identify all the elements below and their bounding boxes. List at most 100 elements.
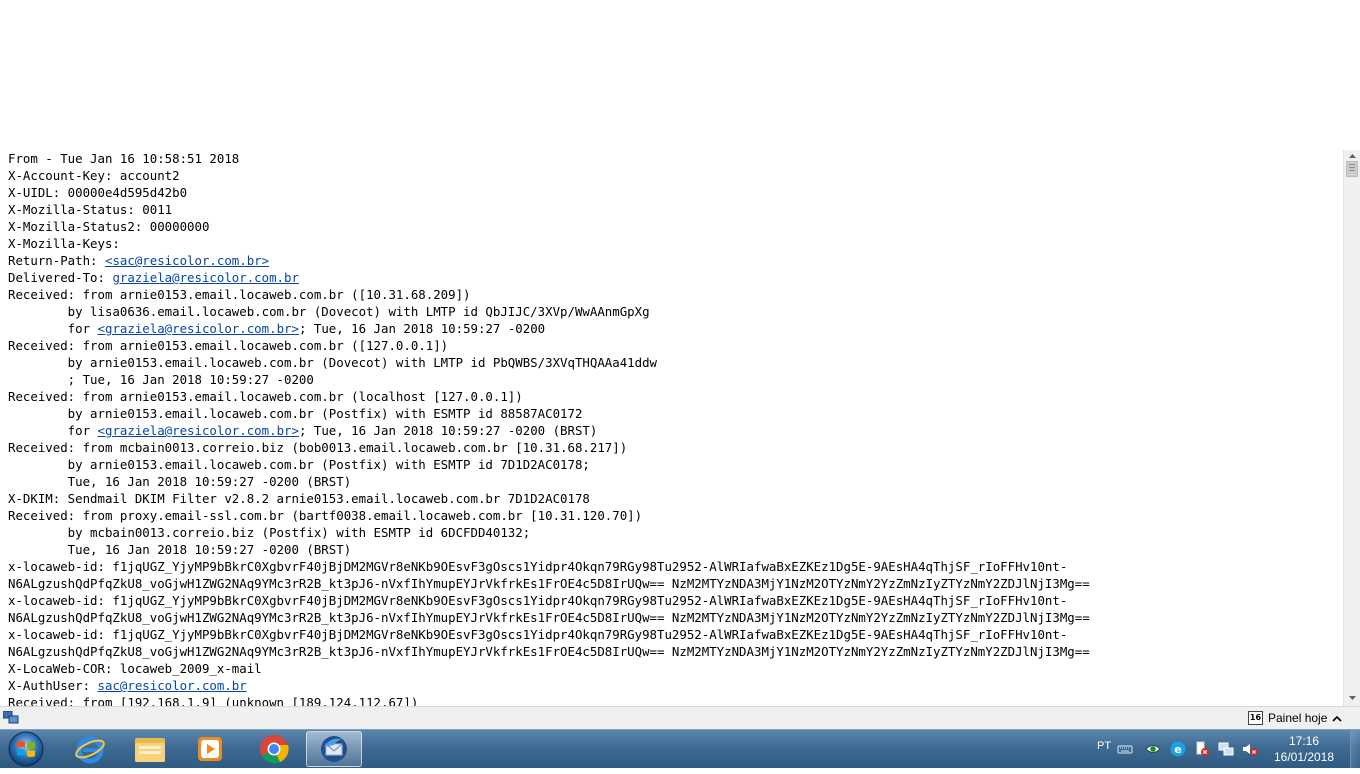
header-text: N6ALgzushQdPfqZkU8_voGjwH1ZWG2NAq9YMc3rR…	[8, 644, 1090, 659]
windows-logo-icon	[8, 731, 44, 767]
header-line: Delivered-To: graziela@resicolor.com.br	[8, 269, 1090, 286]
header-line: by mcbain0013.correio.biz (Postfix) with…	[8, 524, 1090, 541]
header-text: Return-Path:	[8, 253, 105, 268]
taskbar: PT e 17:16 16/01/2018	[0, 729, 1360, 768]
svg-text:e: e	[1174, 743, 1181, 756]
calendar-icon: 16	[1248, 711, 1263, 725]
header-line: for <graziela@resicolor.com.br>; Tue, 16…	[8, 320, 1090, 337]
header-line: N6ALgzushQdPfqZkU8_voGjwH1ZWG2NAq9YMc3rR…	[8, 609, 1090, 626]
internet-explorer-taskbar-button[interactable]	[62, 731, 118, 767]
header-text: X-Mozilla-Status2: 00000000	[8, 219, 210, 234]
header-text: X-Mozilla-Keys:	[8, 236, 120, 251]
email-link[interactable]: <graziela@resicolor.com.br>	[98, 321, 299, 336]
header-text: by mcbain0013.correio.biz (Postfix) with…	[8, 525, 531, 540]
header-text: Received: from arnie0153.email.locaweb.c…	[8, 389, 523, 404]
header-text: X-Account-Key: account2	[8, 168, 180, 183]
vertical-scrollbar[interactable]	[1343, 150, 1360, 706]
header-line: x-locaweb-id: f1jqUGZ_YjyMP9bBkrC0XgbvrF…	[8, 592, 1090, 609]
header-text: X-AuthUser:	[8, 678, 98, 693]
start-button[interactable]	[2, 729, 50, 768]
language-indicator[interactable]: PT	[1097, 740, 1111, 752]
action-center-alert-icon[interactable]	[1194, 741, 1210, 757]
header-text: for	[8, 423, 98, 438]
header-line: Received: from arnie0153.email.locaweb.c…	[8, 337, 1090, 354]
header-text: X-DKIM: Sendmail DKIM Filter v2.8.2 arni…	[8, 491, 590, 506]
header-line: Received: from mcbain0013.correio.biz (b…	[8, 439, 1090, 456]
today-pane-label: Painel hoje	[1268, 711, 1328, 725]
header-line: X-UIDL: 00000e4d595d42b0	[8, 184, 1090, 201]
header-line: by arnie0153.email.locaweb.com.br (Postf…	[8, 405, 1090, 422]
clock-time: 17:16	[1288, 734, 1320, 748]
header-text: ; Tue, 16 Jan 2018 10:59:27 -0200	[298, 321, 546, 336]
header-text: N6ALgzushQdPfqZkU8_voGjwH1ZWG2NAq9YMc3rR…	[8, 610, 1090, 625]
header-line: x-locaweb-id: f1jqUGZ_YjyMP9bBkrC0XgbvrF…	[8, 626, 1090, 643]
header-text: From - Tue Jan 16 10:58:51 2018	[8, 151, 240, 166]
keyboard-icon[interactable]	[1117, 741, 1133, 757]
email-link[interactable]: <graziela@resicolor.com.br>	[98, 423, 299, 438]
header-text: x-locaweb-id: f1jqUGZ_YjyMP9bBkrC0XgbvrF…	[8, 627, 1068, 642]
header-line: by arnie0153.email.locaweb.com.br (Dovec…	[8, 354, 1090, 371]
header-text: Received: from arnie0153.email.locaweb.c…	[8, 287, 471, 302]
header-line: N6ALgzushQdPfqZkU8_voGjwH1ZWG2NAq9YMc3rR…	[8, 575, 1090, 592]
network-icon[interactable]	[1218, 741, 1234, 757]
email-link[interactable]: <sac@resicolor.com.br>	[105, 253, 269, 268]
header-line: Received: from arnie0153.email.locaweb.c…	[8, 286, 1090, 303]
scroll-down-arrow-icon[interactable]	[1344, 692, 1360, 706]
header-line: Tue, 16 Jan 2018 10:59:27 -0200 (BRST)	[8, 473, 1090, 490]
header-text: by lisa0636.email.locaweb.com.br (Doveco…	[8, 304, 650, 319]
header-line: for <graziela@resicolor.com.br>; Tue, 16…	[8, 422, 1090, 439]
header-line: by arnie0153.email.locaweb.com.br (Postf…	[8, 456, 1090, 473]
google-chrome-taskbar-button[interactable]	[246, 731, 302, 767]
email-link[interactable]: graziela@resicolor.com.br	[112, 270, 299, 285]
header-line: by lisa0636.email.locaweb.com.br (Doveco…	[8, 303, 1090, 320]
scroll-thumb[interactable]	[1346, 161, 1358, 177]
file-explorer-taskbar-button[interactable]	[122, 731, 178, 767]
header-text: X-UIDL: 00000e4d595d42b0	[8, 185, 188, 200]
header-line: Tue, 16 Jan 2018 10:59:27 -0200 (BRST)	[8, 541, 1090, 558]
media-player-taskbar-button[interactable]	[182, 731, 238, 767]
header-text: X-Mozilla-Status: 0011	[8, 202, 173, 217]
header-line: N6ALgzushQdPfqZkU8_voGjwH1ZWG2NAq9YMc3rR…	[8, 643, 1090, 660]
status-bar: 16 Painel hoje	[0, 706, 1360, 729]
header-text: Tue, 16 Jan 2018 10:59:27 -0200 (BRST)	[8, 474, 352, 489]
header-text: Received: from mcbain0013.correio.biz (b…	[8, 440, 628, 455]
header-line: From - Tue Jan 16 10:58:51 2018	[8, 150, 1090, 167]
header-line: X-AuthUser: sac@resicolor.com.br	[8, 677, 1090, 694]
chevron-up-icon	[1332, 715, 1342, 722]
online-status-icon[interactable]	[2, 710, 19, 730]
system-clock[interactable]: 17:16 16/01/2018	[1268, 733, 1340, 765]
header-text: x-locaweb-id: f1jqUGZ_YjyMP9bBkrC0XgbvrF…	[8, 593, 1068, 608]
header-text: Received: from [192.168.1.9] (unknown [1…	[8, 695, 419, 706]
message-source-view[interactable]: From - Tue Jan 16 10:58:51 2018 X-Account…	[0, 150, 1342, 706]
thunderbird-taskbar-button[interactable]	[306, 731, 362, 767]
header-text: Delivered-To:	[8, 270, 113, 285]
header-line: X-Mozilla-Status2: 00000000	[8, 218, 1090, 235]
header-text: N6ALgzushQdPfqZkU8_voGjwH1ZWG2NAq9YMc3rR…	[8, 576, 1090, 591]
header-line: Received: from proxy.email-ssl.com.br (b…	[8, 507, 1090, 524]
header-line: X-DKIM: Sendmail DKIM Filter v2.8.2 arni…	[8, 490, 1090, 507]
header-text: ; Tue, 16 Jan 2018 10:59:27 -0200	[8, 372, 314, 387]
header-text: by arnie0153.email.locaweb.com.br (Dovec…	[8, 355, 658, 370]
header-line: x-locaweb-id: f1jqUGZ_YjyMP9bBkrC0XgbvrF…	[8, 558, 1090, 575]
eye-icon[interactable]	[1145, 741, 1161, 757]
show-desktop-button[interactable]	[1350, 730, 1360, 768]
header-text: for	[8, 321, 98, 336]
email-link[interactable]: sac@resicolor.com.br	[98, 678, 247, 693]
header-text: by arnie0153.email.locaweb.com.br (Postf…	[8, 406, 583, 421]
header-line: X-Mozilla-Status: 0011	[8, 201, 1090, 218]
today-pane-toggle[interactable]: 16 Painel hoje	[1248, 709, 1342, 727]
header-line: ; Tue, 16 Jan 2018 10:59:27 -0200	[8, 371, 1090, 388]
volume-muted-icon[interactable]	[1242, 741, 1258, 757]
header-line: Received: from [192.168.1.9] (unknown [1…	[8, 694, 1090, 706]
e-letter-app-icon[interactable]: e	[1170, 741, 1186, 757]
raw-header-text: From - Tue Jan 16 10:58:51 2018 X-Account…	[8, 150, 1090, 706]
header-text: Received: from proxy.email-ssl.com.br (b…	[8, 508, 643, 523]
header-text: by arnie0153.email.locaweb.com.br (Postf…	[8, 457, 590, 472]
header-line: X-Account-Key: account2	[8, 167, 1090, 184]
chrome-icon	[260, 735, 289, 764]
header-line: Received: from arnie0153.email.locaweb.c…	[8, 388, 1090, 405]
header-line: Return-Path: <sac@resicolor.com.br>	[8, 252, 1090, 269]
folder-icon	[135, 738, 165, 762]
header-text: ; Tue, 16 Jan 2018 10:59:27 -0200 (BRST)	[298, 423, 598, 438]
header-text: Received: from arnie0153.email.locaweb.c…	[8, 338, 449, 353]
